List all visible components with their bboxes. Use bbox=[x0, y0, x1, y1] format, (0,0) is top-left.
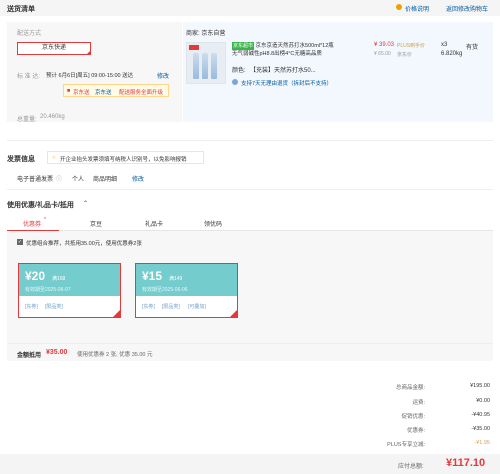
price-tag: PLUS到手价 bbox=[397, 43, 426, 49]
total-value: ¥117.10 bbox=[446, 457, 486, 469]
product-image[interactable] bbox=[186, 42, 226, 84]
top-bar: 送货清单 价格说明 返回修改购物车 bbox=[0, 0, 500, 16]
product-price: ¥ 39.03 bbox=[374, 42, 395, 48]
original-price: ¥ 65.00 bbox=[374, 51, 391, 57]
stock-status: 有货 bbox=[466, 45, 479, 51]
coupon-card[interactable]: ¥20 满168 有效期至2025-06-07 [东券] [限品类] bbox=[18, 263, 121, 318]
shipping-method-label: 配送方式 bbox=[17, 31, 42, 37]
store-name: 商家: 京东自营 bbox=[186, 31, 226, 37]
delivery-tags: ■ 京东送 京东送 配送服务全面升级 bbox=[63, 84, 169, 97]
delivery-date-label: 标 准 达: bbox=[17, 74, 41, 80]
recommend-checkbox[interactable]: ✓ bbox=[17, 239, 23, 245]
original-price-tag: 京东价 bbox=[397, 52, 413, 58]
tab-promo-code[interactable]: 领优码 bbox=[204, 219, 222, 228]
divider bbox=[7, 189, 493, 190]
tab-gift-card[interactable]: 礼品卡 bbox=[145, 219, 163, 228]
product-weight: 6.820kg bbox=[441, 51, 463, 57]
help-icon bbox=[396, 4, 402, 10]
invoice-tip: ○ 开企业抬头发票须填写纳税人识别号，以免影响报销 bbox=[47, 151, 204, 164]
weight-value: 20.460kg bbox=[40, 114, 65, 120]
back-to-cart-link[interactable]: 返回修改购物车 bbox=[446, 4, 488, 13]
deduct-desc: 使用优惠券 2 张, 优惠 35.00 元 bbox=[77, 352, 153, 358]
tab-coupons[interactable]: 优惠券 bbox=[23, 219, 41, 228]
coupon-card[interactable]: ¥15 满149 有效期至2025-06-06 [东券] [限品类] [可叠加] bbox=[135, 263, 238, 318]
recommend-text: 优惠组合推荐，共抵用35.00元，使用优惠券2张 bbox=[26, 241, 142, 247]
invoice-detail: 商品明细 bbox=[93, 177, 118, 183]
price-help-link[interactable]: 价格说明 bbox=[405, 4, 429, 13]
product-qty: x3 bbox=[441, 42, 448, 48]
tab-jingdou[interactable]: 京豆 bbox=[90, 219, 102, 228]
divider bbox=[7, 140, 493, 141]
total-bar: 应付总额: ¥117.10 bbox=[0, 454, 500, 474]
deduct-label: 金额抵用 bbox=[17, 353, 42, 359]
coupon-tabs: 优惠券 * 京豆 礼品卡 领优码 bbox=[7, 215, 493, 231]
collapse-icon[interactable]: ⌃ bbox=[83, 200, 88, 207]
tab-active-indicator bbox=[7, 230, 59, 231]
invoice-title: 发票信息 bbox=[7, 156, 35, 163]
tab-dot: * bbox=[44, 217, 46, 223]
invoice-type: 电子普通发票 bbox=[17, 177, 54, 183]
shipping-method-option[interactable]: 京东快递 bbox=[17, 42, 91, 55]
divider bbox=[7, 343, 493, 344]
page-title: 送货清单 bbox=[7, 6, 35, 13]
invoice-person: 个人 bbox=[72, 177, 85, 183]
coupon-section-title: 使用优惠/礼品卡/抵用 bbox=[7, 202, 74, 209]
total-label: 应付总额: bbox=[398, 464, 424, 470]
deduct-value: ¥35.00 bbox=[46, 349, 68, 356]
goods-panel bbox=[183, 22, 493, 122]
invoice-modify-link[interactable]: 修改 bbox=[132, 174, 144, 183]
weight-label: 总重量: bbox=[17, 117, 37, 123]
color-label: 颜色: bbox=[232, 68, 246, 74]
product-name[interactable]: 京东超市 京东京造天然苏打水500ml*12瓶 无气弱碱性pH8.8出榜4°C无… bbox=[232, 42, 370, 58]
delivery-date-text: 预计 6月6日[周五] 09:00-15:00 送达 bbox=[46, 73, 134, 79]
delivery-modify-link[interactable]: 修改 bbox=[157, 71, 169, 80]
invoice-help-icon: ⓘ bbox=[56, 177, 63, 183]
tip-icon: ○ bbox=[52, 155, 56, 161]
return-policy: 支持7天无理由退货（拆封后不支持） bbox=[241, 81, 333, 87]
support-icon bbox=[232, 79, 238, 85]
color-value: 【充装】天然苏打水50... bbox=[250, 68, 316, 74]
